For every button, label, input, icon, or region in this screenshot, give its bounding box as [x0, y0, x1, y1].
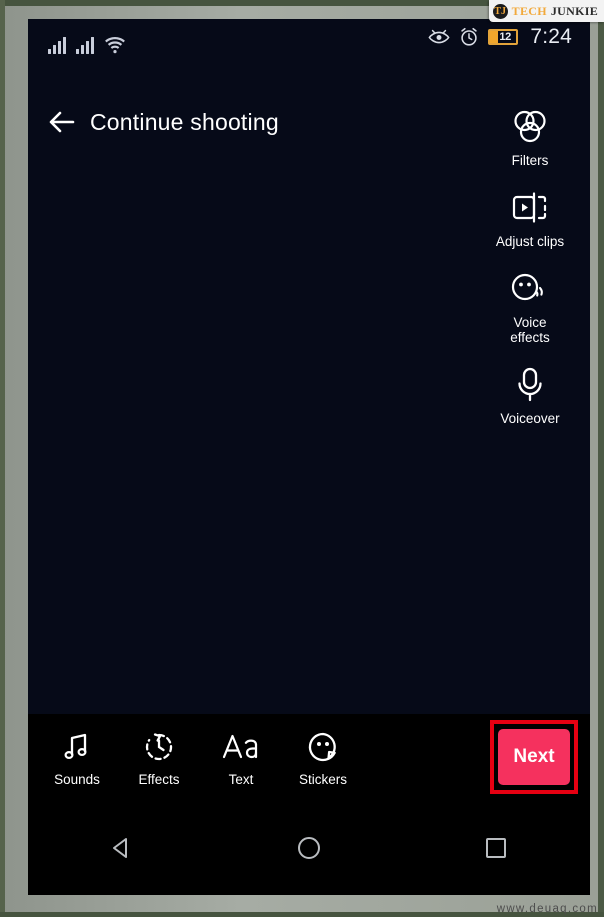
editor-bottom-toolbar: Sounds Effects Text Stickers Next: [28, 714, 590, 800]
toolbar-item-sounds[interactable]: Sounds: [36, 728, 118, 787]
back-arrow-icon[interactable]: [45, 105, 79, 139]
next-button-highlight: Next: [490, 720, 578, 794]
phone-screen: 12 7:24 Continue shooting Filters Adjust…: [28, 19, 590, 895]
status-bar-left: [48, 28, 126, 54]
techjunkie-tech-text: TECH: [511, 3, 547, 18]
rail-label-voice-effects-line2: effects: [510, 330, 550, 345]
music-note-icon: [61, 728, 93, 766]
signal-bars-icon: [48, 34, 66, 54]
techjunkie-watermark: TJ TECH JUNKIE: [488, 0, 604, 22]
text-aa-icon: [221, 728, 261, 766]
rail-label-voice-effects: Voice effects: [510, 315, 550, 345]
battery-percent: 12: [499, 31, 511, 43]
rail-item-filters[interactable]: Filters: [476, 105, 584, 168]
toolbar-label-sounds: Sounds: [54, 771, 100, 787]
microphone-icon: [513, 363, 547, 407]
battery-fill: [490, 31, 499, 43]
toolbar-label-effects: Effects: [138, 771, 180, 787]
toolbar-label-text: Text: [228, 771, 254, 787]
screenshot-root: 12 7:24 Continue shooting Filters Adjust…: [0, 0, 604, 917]
nav-back-triangle-icon[interactable]: [77, 818, 167, 878]
eye-comfort-icon: [428, 29, 450, 46]
nav-recents-square-icon[interactable]: [451, 818, 541, 878]
toolbar-item-stickers[interactable]: Stickers: [282, 728, 364, 787]
wifi-icon: [104, 35, 126, 54]
status-bar-right: 12 7:24: [428, 25, 572, 49]
status-bar: 12 7:24: [28, 19, 590, 63]
battery-icon: 12: [488, 29, 519, 45]
status-bar-clock: 7:24: [530, 25, 572, 48]
next-button[interactable]: Next: [498, 729, 570, 785]
rail-item-voiceover[interactable]: Voiceover: [476, 363, 584, 426]
sticker-smiley-icon: [307, 728, 339, 766]
toolbar-item-effects[interactable]: Effects: [118, 728, 200, 787]
device-frame-right: [598, 0, 604, 917]
editor-tool-rail: Filters Adjust clips Voice effects Voice…: [476, 105, 584, 444]
rail-item-voice-effects[interactable]: Voice effects: [476, 267, 584, 345]
nav-home-circle-icon[interactable]: [264, 818, 354, 878]
toolbar-label-stickers: Stickers: [298, 771, 347, 787]
filters-circles-icon: [510, 105, 550, 149]
rail-item-adjust-clips[interactable]: Adjust clips: [476, 186, 584, 249]
voice-effects-icon: [509, 267, 551, 311]
rail-label-filters: Filters: [511, 153, 549, 168]
techjunkie-logo-icon: TJ: [492, 3, 508, 19]
alarm-clock-icon: [459, 27, 479, 47]
rail-label-voice-effects-line1: Voice: [513, 315, 547, 330]
android-nav-bar: [28, 800, 590, 895]
rail-label-adjust-clips: Adjust clips: [495, 234, 565, 249]
page-title: Continue shooting: [90, 108, 279, 135]
clock-effects-icon: [143, 728, 175, 766]
rail-label-voiceover: Voiceover: [500, 411, 560, 426]
techjunkie-junkie-text: JUNKIE: [550, 3, 598, 18]
toolbar-item-text[interactable]: Text: [200, 728, 282, 787]
adjust-clips-icon: [509, 186, 551, 230]
site-watermark: www.deuaq.com: [496, 903, 598, 915]
signal-bars-icon-2: [76, 34, 94, 54]
device-frame-left: [0, 0, 5, 917]
